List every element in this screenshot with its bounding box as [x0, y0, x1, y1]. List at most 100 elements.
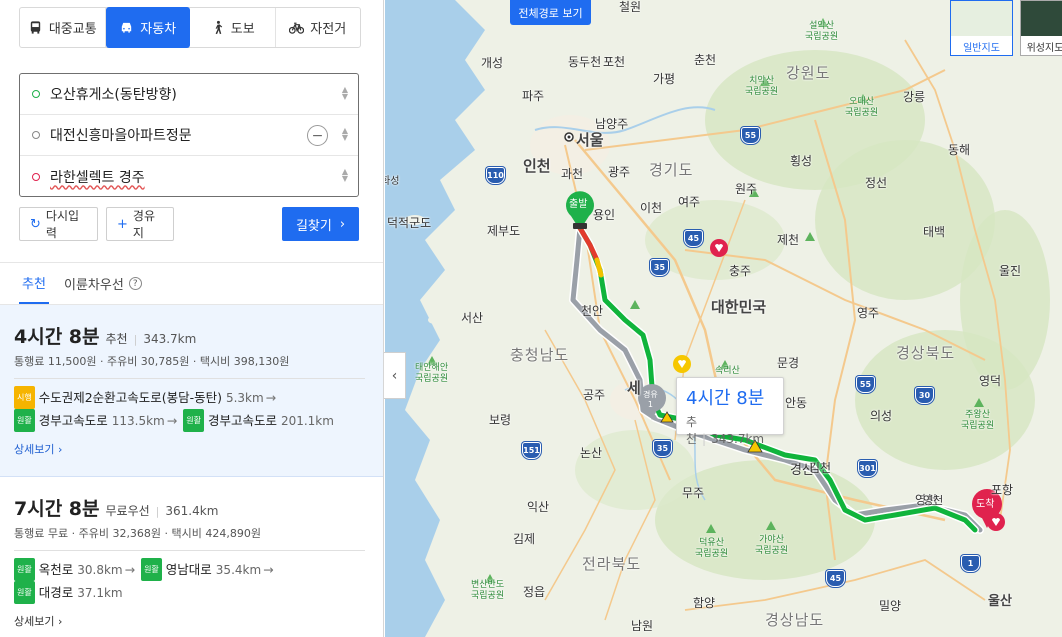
map-label: 덕적군도: [387, 216, 432, 230]
origin-text: 오산휴게소(동탄방향): [50, 87, 177, 103]
map-label: 공주: [583, 388, 606, 402]
bubble-details: 추천 | 343.7km: [686, 415, 765, 446]
map-label: 경산: [790, 463, 814, 478]
result-1-detail-link[interactable]: 상세보기 ›: [14, 441, 62, 457]
route-inputs: 오산휴게소(동탄방향) ▲ ▼ 대전신흥마을아파트정문 − ▲ ▼ 라한셀렉트 경주…: [19, 73, 359, 197]
road-name: 대경로: [38, 585, 74, 600]
origin-field[interactable]: 오산휴게소(동탄방향) ▲ ▼: [20, 74, 358, 115]
road-name: 옥천로: [38, 562, 74, 577]
road-name: 영남대로: [165, 562, 212, 577]
result-1-tag: 추천: [105, 332, 128, 346]
tab-motorcycle-priority[interactable]: 이륜차우선 ?: [64, 263, 142, 304]
reorder-handle-icon[interactable]: ▲ ▼: [342, 86, 348, 101]
reorder-handle-icon[interactable]: ▲ ▼: [342, 168, 348, 183]
route-result-2[interactable]: 7시간 8분 무료우선 | 361.4km 통행료 무료 · 주유비 32,36…: [0, 477, 383, 637]
map-label: 포천: [603, 55, 626, 69]
map-label: 서울: [576, 131, 604, 149]
map-label: 제천: [777, 233, 800, 247]
collapse-panel-button[interactable]: ‹: [384, 352, 406, 399]
help-icon[interactable]: ?: [128, 277, 142, 290]
map-label: 논산: [580, 446, 603, 460]
map-label: 무주: [682, 486, 705, 500]
waypoint-field[interactable]: 대전신흥마을아파트정문 − ▲ ▼: [20, 115, 358, 156]
route-summary-bubble[interactable]: 4시간 8분 추천 | 343.7km: [676, 377, 784, 446]
result-2-cost: 통행료 무료 · 주유비 32,368원 · 택시비 424,890원: [14, 527, 262, 540]
tab-transit[interactable]: 대중교통: [20, 8, 106, 47]
road-length: 201.1km: [280, 414, 334, 428]
tab-bicycle-label: 자전거: [310, 22, 347, 37]
full-route-button[interactable]: 전체경로 보기: [510, 0, 591, 25]
highway-shield: 301: [858, 460, 877, 477]
map-label: 정선: [865, 176, 888, 190]
tab-recommended[interactable]: 추천: [19, 263, 49, 304]
road-badge: 시행: [14, 386, 35, 409]
road-badge: 원활: [141, 558, 162, 581]
waypoint-dot-icon: [32, 131, 40, 139]
map-label: 함양: [693, 596, 716, 610]
tab-bicycle[interactable]: 자전거: [276, 8, 361, 47]
road-length: 113.5km: [111, 414, 165, 428]
highway-shield: 30: [915, 387, 934, 404]
bus-icon: [30, 21, 41, 34]
search-route-button[interactable]: 길찾기 ›: [282, 207, 359, 241]
refresh-icon: ↻: [30, 216, 41, 232]
detail-label: 상세보기: [14, 443, 55, 456]
destination-field[interactable]: 라한셀렉트 경주 ▲ ▼: [20, 156, 358, 197]
waypoint-marker-text: 경유: [643, 390, 658, 399]
map-label: 울산: [988, 594, 1012, 609]
search-label: 길찾기: [295, 218, 332, 234]
highway-shield: 45: [684, 230, 703, 247]
map-type-normal[interactable]: 일반지도: [950, 0, 1013, 56]
highway-shield: 45: [826, 570, 845, 587]
map-label: 가평: [653, 72, 676, 86]
map-label: 파주: [522, 89, 545, 103]
reset-label: 다시입력: [45, 209, 80, 240]
highway-shield: 55: [741, 127, 760, 144]
result-1-cost: 통행료 11,500원 · 주유비 30,785원 · 택시비 398,130원: [14, 355, 290, 368]
tab-car[interactable]: 자동차: [105, 7, 190, 48]
map-label: 천안: [581, 304, 604, 318]
map-label: 동해: [948, 143, 971, 157]
bubble-tag: 추천: [686, 415, 698, 446]
map-label: 철원: [619, 0, 642, 14]
result-1-time: 4시간 8분: [14, 326, 100, 348]
chevron-left-icon: ‹: [391, 367, 398, 384]
highway-shield: 35: [650, 259, 669, 276]
add-waypoint-button[interactable]: + 경유지: [106, 207, 174, 241]
destination-dot-icon: [32, 172, 40, 181]
map-view[interactable]: 철원 동두천 포천 춘천 가평 개성 파주 서울 남양주 강원도 강릉 동해 인…: [385, 0, 1062, 637]
remove-waypoint-button[interactable]: −: [307, 125, 328, 146]
end-marker-label: 도착: [976, 499, 995, 510]
result-1-header: 4시간 8분 추천 | 343.7km: [14, 322, 196, 349]
tab-recommended-label: 추천: [22, 277, 46, 292]
map-label: 김제: [513, 532, 536, 546]
result-2-header: 7시간 8분 무료우선 | 361.4km: [14, 494, 218, 521]
result-2-roads: 원활 옥천로 30.8km → 원활 영남대로 35.4km → 원활 대경로 37.1k…: [14, 558, 374, 604]
map-label: 원주: [735, 182, 758, 196]
waypoint-text: 대전신흥마을아파트정문: [50, 128, 192, 144]
road-line: 원활 대경로 37.1km: [14, 581, 374, 604]
road-length: 5.3km: [225, 391, 264, 405]
result-2-detail-link[interactable]: 상세보기 ›: [14, 613, 62, 629]
map-label: 영천: [923, 494, 944, 507]
road-badge: 원활: [183, 409, 204, 432]
tab-walk[interactable]: 도보: [190, 8, 276, 47]
satellite-thumbnail-icon: [1021, 1, 1062, 36]
park-label: 태안해안 국립공원: [415, 363, 449, 384]
road-name: 경부고속도로: [207, 413, 277, 428]
map-label: 이천: [640, 201, 663, 215]
divider: [14, 550, 365, 551]
map-label: 충청남도: [510, 346, 570, 364]
map-type-satellite[interactable]: 위성지도: [1020, 0, 1062, 56]
road-line: 원활 옥천로 30.8km → 원활 영남대로 35.4km →: [14, 558, 374, 581]
map-label: 전라북도: [582, 555, 642, 573]
reset-button[interactable]: ↻ 다시입력: [19, 207, 98, 241]
reorder-handle-icon[interactable]: ▲ ▼: [342, 127, 348, 142]
map-label: 의성: [870, 409, 893, 423]
result-2-tag: 무료우선: [105, 504, 150, 518]
destination-text: 라한셀렉트 경주: [50, 169, 145, 186]
route-result-1[interactable]: 4시간 8분 추천 | 343.7km 통행료 11,500원 · 주유비 30…: [0, 305, 383, 477]
arrow-right-icon: →: [263, 562, 274, 577]
plus-icon: +: [117, 216, 128, 232]
tab-transit-label: 대중교통: [48, 22, 97, 37]
